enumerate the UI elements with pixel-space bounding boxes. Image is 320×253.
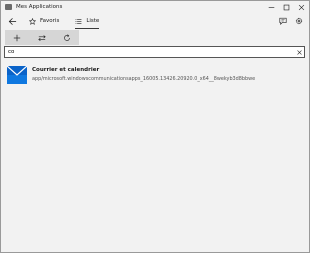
back-arrow-icon xyxy=(8,17,16,25)
navigation-bar: Favoris Liste xyxy=(1,13,309,29)
result-text: Courrier et calendrier app/microsoft.win… xyxy=(32,67,255,82)
clear-search-button[interactable] xyxy=(294,47,304,57)
refresh-button[interactable] xyxy=(54,30,79,45)
settings-button[interactable] xyxy=(291,13,307,29)
close-icon xyxy=(296,49,302,55)
list-icon xyxy=(75,18,82,24)
nav-right-actions xyxy=(275,13,307,29)
title-bar: Mes Applications xyxy=(1,1,309,13)
star-icon xyxy=(29,17,36,25)
feedback-icon xyxy=(279,17,287,25)
tab-liste[interactable]: Liste xyxy=(71,13,103,29)
maximize-button[interactable] xyxy=(279,1,294,13)
tab-favoris-label: Favoris xyxy=(40,18,60,24)
list-item[interactable]: Courrier et calendrier app/microsoft.win… xyxy=(5,63,305,87)
back-button[interactable] xyxy=(5,14,19,28)
tab-liste-label: Liste xyxy=(86,18,100,24)
gear-icon xyxy=(295,17,303,25)
refresh-icon xyxy=(63,33,70,41)
app-name: Courrier et calendrier xyxy=(32,67,100,73)
add-icon xyxy=(14,34,21,41)
action-toolbar xyxy=(5,30,79,45)
close-icon xyxy=(298,4,305,10)
tab-favoris[interactable]: Favoris xyxy=(25,13,63,29)
maximize-icon xyxy=(283,4,290,10)
search-box xyxy=(4,46,305,58)
swap-icon xyxy=(38,34,46,41)
minimize-button[interactable] xyxy=(264,1,279,13)
minimize-icon xyxy=(268,6,275,8)
mail-icon xyxy=(7,66,27,84)
window-title: Mes Applications xyxy=(16,4,63,10)
close-window-button[interactable] xyxy=(294,1,309,13)
swap-button[interactable] xyxy=(30,30,55,45)
app-id: app/microsoft.windowscommunicationsapps_… xyxy=(32,76,256,82)
search-input[interactable] xyxy=(5,47,294,57)
app-window: Mes Applications Favoris Liste co Courri… xyxy=(0,0,310,253)
add-button[interactable] xyxy=(5,30,30,45)
feedback-button[interactable] xyxy=(275,13,291,29)
app-list-icon xyxy=(5,4,12,10)
window-controls xyxy=(264,1,309,13)
